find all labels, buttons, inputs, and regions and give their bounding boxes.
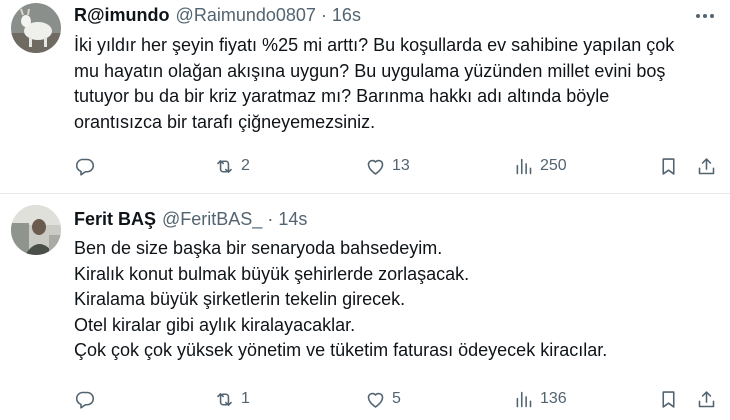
bookmark-button[interactable]: [658, 153, 679, 179]
heart-icon: [367, 392, 384, 408]
timestamp[interactable]: 14s: [278, 209, 307, 230]
avatar[interactable]: [11, 3, 61, 53]
tweet-text-line: orantısızca bir tarafı çiğneyemezsiniz.: [74, 111, 376, 132]
reply-icon: [75, 391, 95, 409]
repost-count: 1: [241, 390, 250, 407]
separator-dot: ·: [267, 208, 274, 229]
share-button[interactable]: [696, 386, 717, 412]
views-button[interactable]: 250: [513, 153, 567, 179]
tweet[interactable]: R@imundo @Raimundo0807 · 16s İki yıldır …: [0, 0, 730, 194]
like-button[interactable]: 13: [365, 153, 410, 179]
view-count: 250: [540, 157, 567, 174]
reply-icon: [75, 158, 95, 176]
action-bar: 1 5 136: [74, 386, 722, 412]
view-count: 136: [540, 390, 567, 407]
like-count: 13: [392, 157, 410, 174]
tweet-text-line: Ben de size başka bir senaryoda bahsedey…: [74, 238, 443, 258]
views-button[interactable]: 136: [513, 386, 567, 412]
bookmark-icon: [662, 157, 675, 175]
tweet-text-line: İki yıldır her şeyin fiyatı %25 mi arttı…: [74, 35, 675, 55]
tweet-text: Ben de size başka bir senaryoda bahsedey…: [74, 236, 718, 364]
tweet-text-line: Kiralık konut bulmak büyük şehirlerde zo…: [74, 263, 470, 284]
bookmark-icon: [662, 390, 675, 408]
tweet-text-line: Kiralama büyük şirketlerin tekelin girec…: [74, 289, 406, 309]
tweet-text-line: tutuyor bu da bir kriz yaratmaz mı? Barı…: [74, 86, 610, 106]
repost-button[interactable]: 1: [214, 386, 250, 412]
avatar[interactable]: [11, 205, 61, 255]
author-handle[interactable]: @FeritBAS_: [162, 209, 262, 230]
repost-button[interactable]: 2: [214, 153, 250, 179]
author-name[interactable]: Ferit BAŞ: [74, 209, 156, 230]
reply-button[interactable]: [74, 153, 95, 179]
author-name[interactable]: R@imundo: [74, 5, 170, 26]
tweet[interactable]: Ferit BAŞ @FeritBAS_ · 14s Ben de size b…: [0, 194, 730, 420]
repost-icon: [217, 392, 232, 406]
action-bar: 2 13 250: [74, 153, 722, 179]
tweet-text: İki yıldır her şeyin fiyatı %25 mi arttı…: [74, 33, 718, 135]
more-icon[interactable]: [696, 10, 718, 22]
avatar-goat-image: [11, 3, 61, 53]
repost-count: 2: [241, 157, 250, 174]
share-button[interactable]: [696, 153, 717, 179]
like-count: 5: [392, 390, 401, 407]
repost-icon: [217, 159, 232, 173]
share-icon: [698, 157, 715, 174]
tweet-text-line: mu hayatın olağan akışına uygun? Bu uygu…: [74, 60, 666, 81]
timestamp[interactable]: 16s: [332, 5, 361, 26]
views-icon: [516, 391, 532, 407]
reply-button[interactable]: [74, 386, 95, 412]
tweet-text-line: Otel kiralar gibi aylık kiralayacaklar.: [74, 314, 356, 335]
author-handle[interactable]: @Raimundo0807: [176, 5, 316, 26]
tweet-text-line: Çok çok çok yüksek yönetim ve tüketim fa…: [74, 340, 608, 360]
avatar-photo-image: [11, 205, 61, 255]
views-icon: [516, 158, 532, 174]
separator-dot: ·: [320, 4, 327, 25]
bookmark-button[interactable]: [658, 386, 679, 412]
heart-icon: [367, 159, 384, 175]
like-button[interactable]: 5: [365, 386, 401, 412]
share-icon: [698, 390, 715, 407]
